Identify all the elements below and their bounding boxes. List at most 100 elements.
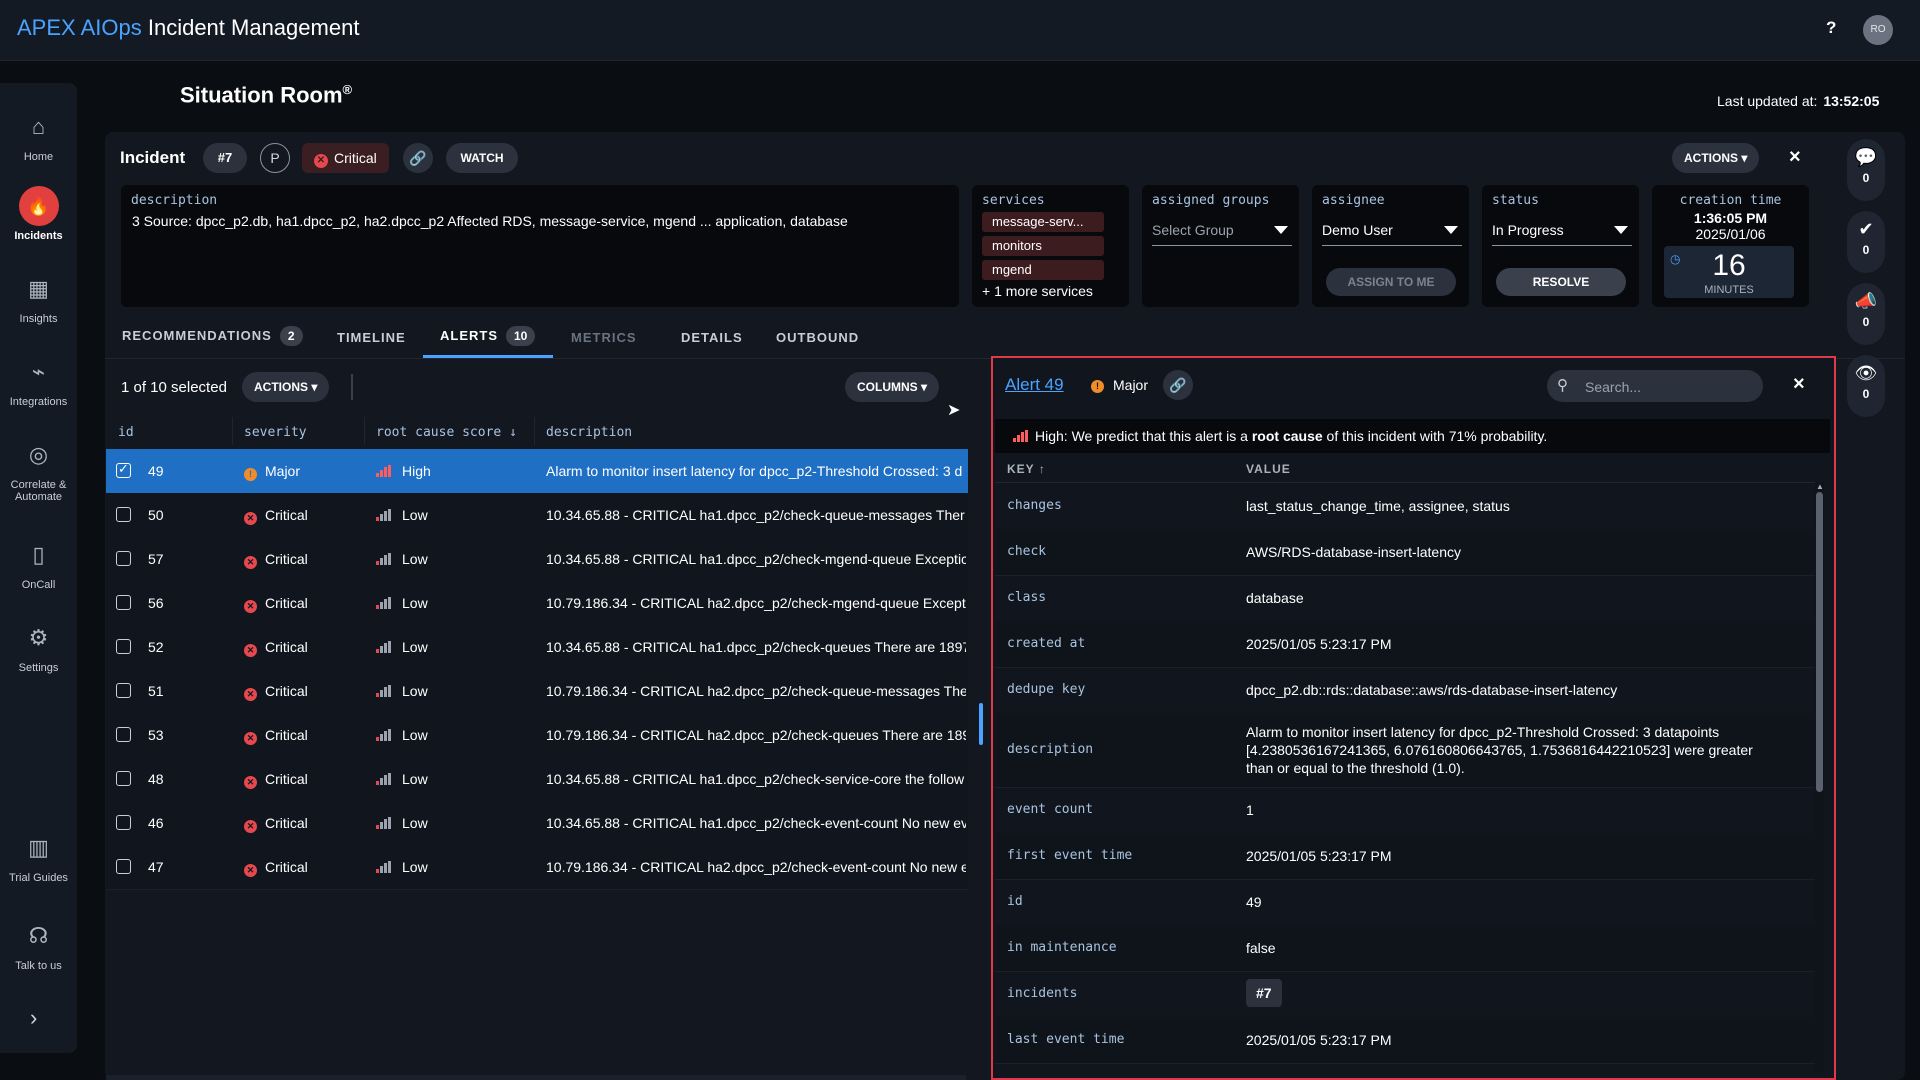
grid-icon: ▦ xyxy=(28,276,49,301)
column-header-description[interactable]: description xyxy=(546,425,632,440)
avatar[interactable]: RO xyxy=(1863,15,1893,45)
table-row[interactable]: 46 ✕ Critical Low 10.34.65.88 - CRITICAL … xyxy=(106,801,968,846)
row-checkbox[interactable] xyxy=(116,595,131,610)
target-icon: ◎ xyxy=(28,442,49,467)
caret-down-icon xyxy=(1274,226,1288,234)
approvals-button[interactable]: ✔ 0 xyxy=(1847,211,1885,273)
row-checkbox[interactable] xyxy=(116,639,131,654)
assignee-box: assignee Demo User ASSIGN TO ME xyxy=(1312,185,1469,307)
sort-up-icon: ↑ xyxy=(1038,462,1046,476)
scrollbar-thumb[interactable] xyxy=(1816,492,1823,792)
nav-item-incidents[interactable]: 🔥 Incidents xyxy=(0,186,77,242)
alert-title-link[interactable]: Alert 49 xyxy=(1005,375,1064,395)
table-row[interactable]: 56 ✕ Critical Low 10.79.186.34 - CRITICAL… xyxy=(106,581,968,626)
watch-button[interactable]: WATCH xyxy=(446,143,518,173)
table-row[interactable]: 49 !Major High Alarm to monitor insert l… xyxy=(106,449,968,494)
watchers-button[interactable]: 👁 0 xyxy=(1847,355,1885,417)
nav-item-settings[interactable]: ⚙ Settings xyxy=(0,618,77,674)
detail-search[interactable]: ⚲ xyxy=(1547,370,1763,402)
service-chip[interactable]: mgend xyxy=(982,260,1104,280)
expand-nav-icon[interactable]: › xyxy=(30,1005,37,1031)
priority-badge[interactable]: P xyxy=(260,143,290,173)
row-checkbox[interactable] xyxy=(116,507,131,522)
incident-actions-button[interactable]: ACTIONS ▾ xyxy=(1672,143,1760,173)
tab-alerts[interactable]: ALERTS 10 xyxy=(440,326,536,346)
row-checkbox[interactable] xyxy=(116,551,131,566)
row-checkbox[interactable] xyxy=(116,771,131,786)
incident-link-chip[interactable]: #7 xyxy=(1246,979,1282,1007)
table-row[interactable]: 57 ✕ Critical Low 10.34.65.88 - CRITICAL … xyxy=(106,537,968,582)
table-row[interactable]: 47 ✕ Critical Low 10.79.186.34 - CRITICAL… xyxy=(106,845,968,890)
table-row[interactable]: 50 ✕ Critical Low 10.34.65.88 - CRITICAL … xyxy=(106,493,968,538)
mouse-cursor-icon: ➤ xyxy=(947,402,961,419)
column-header-id[interactable]: id xyxy=(118,425,134,440)
assignee-select[interactable]: Demo User xyxy=(1322,215,1462,246)
more-services-link[interactable]: + 1 more services xyxy=(982,283,1093,299)
app-title: APEX AIOps Incident Management xyxy=(17,15,360,40)
service-chip[interactable]: message-serv... xyxy=(982,212,1104,232)
columns-button[interactable]: COLUMNS ▾ xyxy=(845,372,940,402)
column-header-severity[interactable]: severity xyxy=(244,425,307,440)
help-icon[interactable]: ? xyxy=(1826,18,1836,38)
table-row[interactable]: 53 ✕ Critical Low 10.79.186.34 - CRITICAL… xyxy=(106,713,968,758)
nav-item-integrations[interactable]: ⌁ Integrations xyxy=(0,352,77,408)
key-column-header[interactable]: KEY ↑ xyxy=(1007,462,1046,476)
vertical-scrollbar[interactable]: ▲ xyxy=(1815,482,1824,1072)
signal-high-icon xyxy=(376,465,392,477)
link-icon[interactable]: 🔗 xyxy=(403,143,433,173)
nav-item-trial-guides[interactable]: ▥ Trial Guides xyxy=(0,828,77,884)
row-checkbox[interactable] xyxy=(116,727,131,742)
row-checkbox[interactable] xyxy=(116,815,131,830)
row-checkbox[interactable] xyxy=(116,461,131,478)
caret-down-icon: ▾ xyxy=(921,380,928,394)
row-checkbox[interactable] xyxy=(116,683,131,698)
signal-low-icon xyxy=(376,773,392,785)
group-select[interactable]: Select Group xyxy=(1152,215,1292,246)
nav-item-correlate[interactable]: ◎ Correlate & Automate xyxy=(0,435,77,503)
chat-icon: 💬 xyxy=(1854,147,1878,167)
table-row[interactable]: 48 ✕ Critical Low 10.34.65.88 - CRITICAL … xyxy=(106,757,968,802)
nav-item-talk-to-us[interactable]: ☊ Talk to us xyxy=(0,916,77,972)
column-divider xyxy=(232,417,233,445)
tab-timeline[interactable]: TIMELINE xyxy=(337,330,406,345)
severity-badge[interactable]: ✕ Critical xyxy=(302,143,389,173)
tab-metrics[interactable]: METRICS xyxy=(571,330,637,345)
value-column-header: VALUE xyxy=(1246,462,1291,476)
announcements-button[interactable]: 📣 0 xyxy=(1847,283,1885,345)
close-incident-icon[interactable]: × xyxy=(1789,146,1801,169)
nav-item-insights[interactable]: ▦ Insights xyxy=(0,269,77,325)
eye-icon: 👁 xyxy=(1854,363,1878,383)
alerts-actions-button[interactable]: ACTIONS ▾ xyxy=(242,372,330,402)
comments-button[interactable]: 💬 0 xyxy=(1847,139,1885,201)
detail-row: class database xyxy=(995,575,1815,622)
selection-count: 1 of 10 selected xyxy=(121,379,227,396)
horizontal-scrollbar[interactable] xyxy=(106,1075,966,1080)
left-navigation: ⌂ Home 🔥 Incidents ▦ Insights ⌁ Integrat… xyxy=(0,83,77,1053)
check-badge-icon: ✔ xyxy=(1858,219,1874,239)
tab-outbound[interactable]: OUTBOUND xyxy=(776,330,859,345)
creation-time-box: creation time 1:36:05 PM 2025/01/06 ◷ 16… xyxy=(1652,185,1809,307)
service-chip[interactable]: monitors xyxy=(982,236,1104,256)
panel-resize-handle[interactable] xyxy=(979,703,983,745)
assign-to-me-button[interactable]: ASSIGN TO ME xyxy=(1326,268,1456,296)
status-select[interactable]: In Progress xyxy=(1492,215,1632,246)
table-row[interactable]: 52 ✕ Critical Low 10.34.65.88 - CRITICAL … xyxy=(106,625,968,670)
nav-item-home[interactable]: ⌂ Home xyxy=(0,107,77,163)
link-icon[interactable]: 🔗 xyxy=(1163,370,1193,400)
close-detail-icon[interactable]: × xyxy=(1793,373,1805,396)
table-row[interactable]: 51 ✕ Critical Low 10.79.186.34 - CRITICAL… xyxy=(106,669,968,714)
scroll-up-icon[interactable]: ▲ xyxy=(1816,482,1824,491)
alert-detail-panel: Alert 49 ! Major 🔗 ⚲ × High: We predict … xyxy=(991,356,1836,1080)
resolve-button[interactable]: RESOLVE xyxy=(1496,268,1626,296)
column-header-root-cause[interactable]: root cause score ↓ xyxy=(376,425,517,440)
detail-row: changes last_status_change_time, assigne… xyxy=(995,483,1815,530)
tab-recommendations[interactable]: RECOMMENDATIONS 2 xyxy=(122,326,303,346)
row-checkbox[interactable] xyxy=(116,859,131,874)
sort-down-icon: ↓ xyxy=(509,425,517,440)
last-updated: Last updated at: 13:52:05 xyxy=(1717,93,1880,109)
signal-low-icon xyxy=(376,597,392,609)
search-input[interactable] xyxy=(1583,376,1747,398)
tab-details[interactable]: DETAILS xyxy=(681,330,743,345)
nav-item-oncall[interactable]: ▯ OnCall xyxy=(0,535,77,591)
signal-low-icon xyxy=(376,817,392,829)
